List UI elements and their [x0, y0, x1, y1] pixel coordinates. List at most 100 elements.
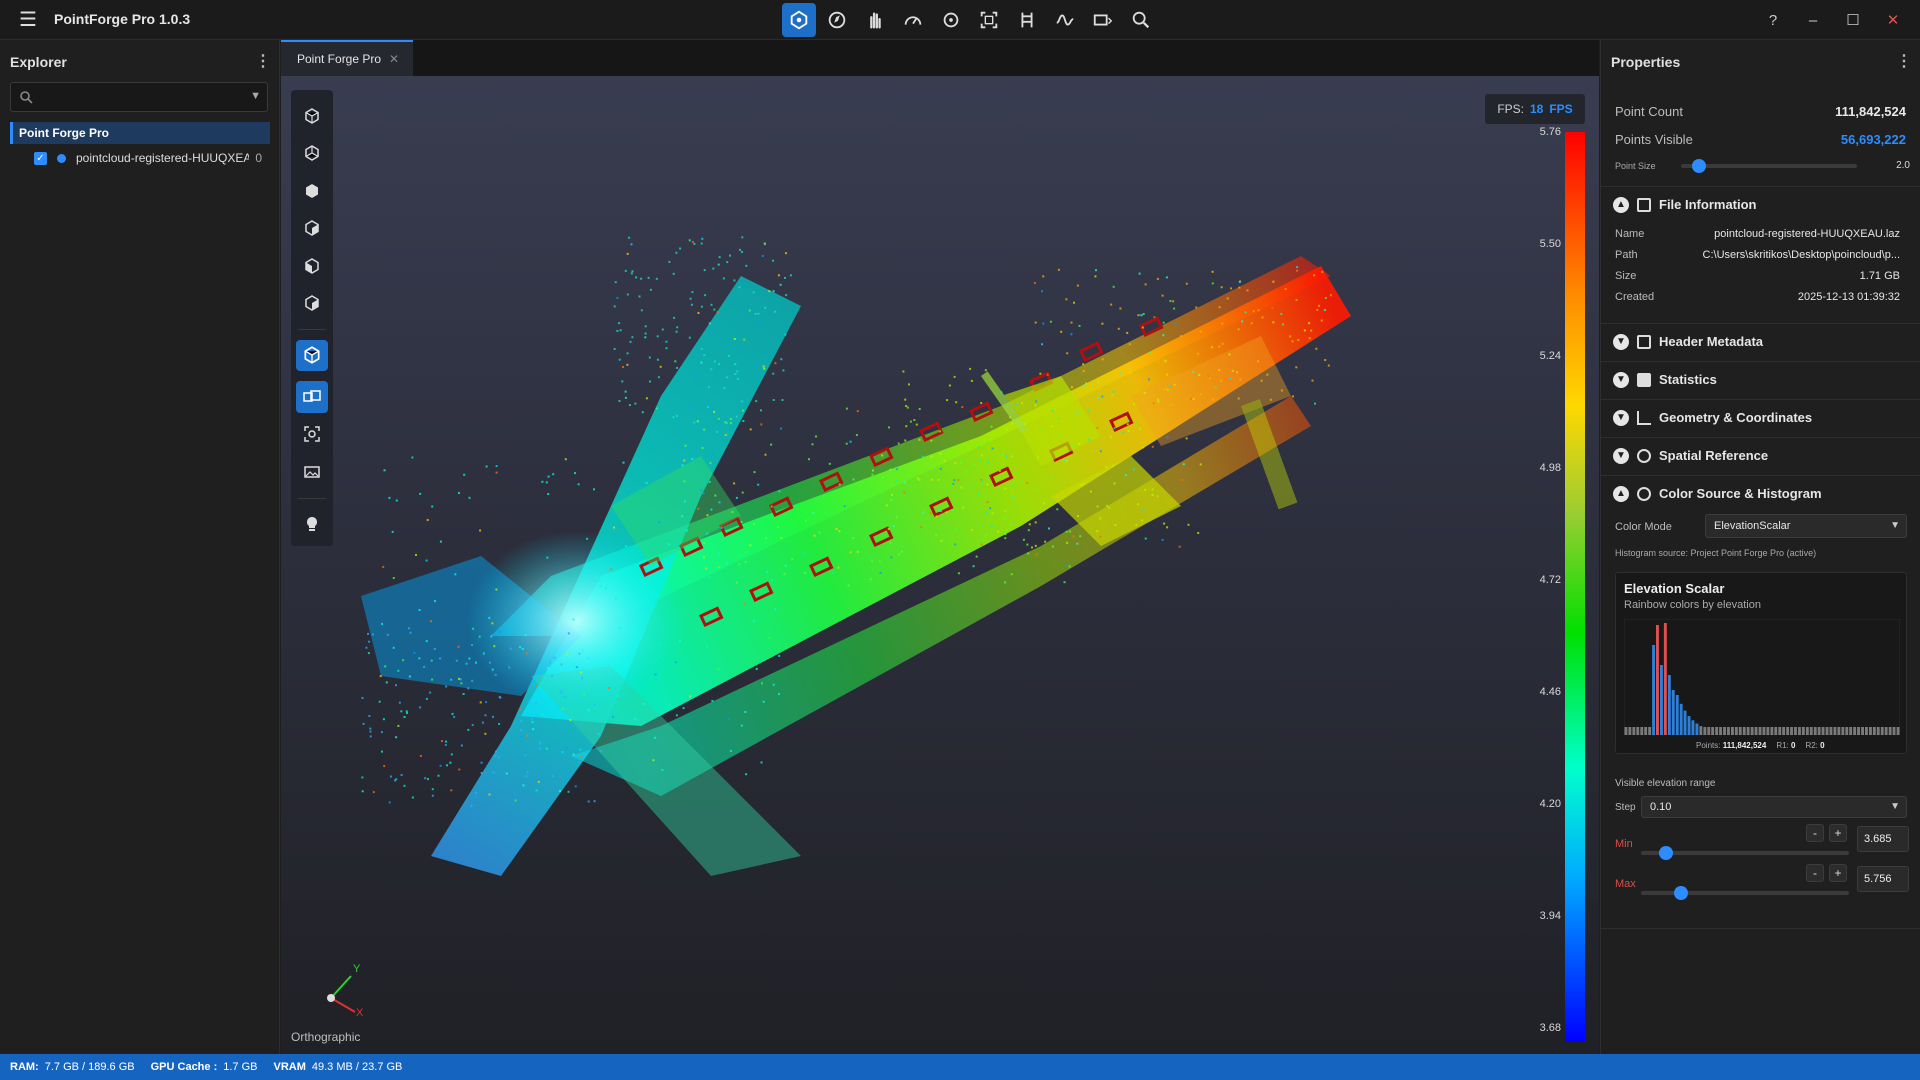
kebab-menu-icon[interactable]: ⋮ — [1896, 53, 1912, 71]
cube-iso-icon — [304, 346, 320, 365]
measure-button[interactable] — [1010, 3, 1044, 37]
view-left-button[interactable] — [296, 250, 328, 281]
hamburger-menu-icon[interactable]: ☰ — [16, 9, 40, 31]
explorer-search-input[interactable]: ▼ — [10, 82, 268, 112]
orthographic-toggle-button[interactable] — [296, 381, 328, 413]
point-sample — [1237, 397, 1240, 400]
max-decrement-button[interactable]: - — [1806, 864, 1824, 882]
slider-knob[interactable] — [1691, 159, 1706, 173]
point-size-slider[interactable] — [1681, 159, 1857, 173]
point-sample — [1218, 306, 1221, 309]
point-sample — [970, 529, 973, 531]
view-top-button[interactable] — [296, 100, 328, 131]
point-sample — [668, 260, 671, 263]
elevation-histogram — [1624, 619, 1900, 735]
tree-item-pointcloud[interactable]: ✓ pointcloud-registered-HUUQXEAU.laz 0 — [34, 148, 270, 168]
point-sample — [1076, 412, 1079, 415]
section-header-metadata[interactable]: ▼ Header Metadata — [1601, 323, 1920, 359]
rendering-button[interactable] — [1086, 3, 1120, 37]
view-back-button[interactable] — [296, 212, 328, 243]
point-sample — [367, 652, 370, 655]
section-color-source-histogram[interactable]: ▲ Color Source & Histogram — [1601, 475, 1920, 511]
point-sample — [1051, 424, 1054, 427]
point-cloud-view-button[interactable] — [782, 3, 816, 37]
view-front-button[interactable] — [296, 175, 328, 206]
point-sample — [616, 330, 619, 332]
filter-dropdown-icon[interactable]: ▼ — [250, 90, 261, 102]
point-sample — [720, 526, 723, 529]
color-mode-select[interactable]: ElevationScalar ▼ — [1705, 514, 1907, 538]
lighting-button[interactable] — [296, 509, 328, 540]
histogram-bar — [1762, 727, 1766, 735]
slider-knob[interactable] — [1673, 886, 1688, 900]
point-sample — [975, 555, 978, 558]
tab-point-forge-pro[interactable]: Point Forge Pro ✕ — [281, 40, 414, 76]
inspect-button[interactable] — [1124, 3, 1158, 37]
histogram-bar — [1813, 727, 1817, 735]
point-sample — [495, 471, 498, 474]
point-sample — [733, 482, 736, 485]
max-value-input[interactable]: 5.756 — [1857, 866, 1909, 892]
point-sample — [1197, 532, 1200, 534]
min-value-input[interactable]: 3.685 — [1857, 826, 1909, 852]
3d-viewport[interactable]: Point Forge Pro ✕ FPS: 18 FPS 5.76 5.50 … — [281, 40, 1599, 1054]
section-statistics[interactable]: ▼ Statistics — [1601, 361, 1920, 397]
colorbar-tick: 3.94 — [1539, 910, 1561, 922]
view-bottom-button[interactable] — [296, 137, 328, 168]
min-elevation-slider[interactable] — [1641, 846, 1849, 860]
point-sample — [989, 507, 992, 510]
point-sample — [986, 483, 989, 486]
point-sample — [1082, 370, 1085, 372]
classify-button[interactable] — [858, 3, 892, 37]
point-sample — [1005, 529, 1008, 531]
max-elevation-slider[interactable] — [1641, 886, 1849, 900]
point-sample — [1112, 464, 1115, 467]
section-file-information[interactable]: ▲ File Information — [1601, 186, 1920, 222]
point-sample — [897, 442, 900, 445]
minimize-button[interactable]: – — [1796, 6, 1830, 34]
tree-root-project[interactable]: Point Forge Pro — [10, 122, 270, 144]
section-spatial-reference[interactable]: ▼ Spatial Reference — [1601, 437, 1920, 473]
min-increment-button[interactable]: + — [1829, 824, 1847, 842]
point-sample — [818, 531, 821, 534]
cube-right-icon — [305, 295, 319, 311]
view-iso-button[interactable] — [296, 339, 328, 372]
screenshot-button[interactable] — [296, 456, 328, 487]
point-sample — [717, 417, 720, 420]
step-select[interactable]: 0.10 ▼ — [1641, 796, 1907, 818]
point-sample — [981, 480, 984, 483]
kebab-menu-icon[interactable]: ⋮ — [255, 53, 271, 71]
fit-view-button[interactable] — [972, 3, 1006, 37]
performance-button[interactable] — [896, 3, 930, 37]
close-button[interactable]: ✕ — [1876, 6, 1910, 34]
section-title: Geometry & Coordinates — [1659, 410, 1813, 425]
navigate-button[interactable] — [820, 3, 854, 37]
point-sample — [697, 507, 700, 510]
zoom-extents-button[interactable] — [296, 419, 328, 450]
point-sample — [379, 675, 382, 678]
min-decrement-button[interactable]: - — [1806, 824, 1824, 842]
view-right-button[interactable] — [296, 287, 328, 318]
section-geometry-coordinates[interactable]: ▼ Geometry & Coordinates — [1601, 399, 1920, 435]
max-increment-button[interactable]: + — [1829, 864, 1847, 882]
target-icon — [943, 12, 959, 28]
histogram-bar — [1778, 727, 1782, 735]
histogram-bar — [1652, 645, 1655, 735]
point-sample — [879, 572, 882, 574]
point-sample — [691, 458, 694, 460]
point-sample — [397, 669, 400, 672]
point-sample — [1078, 443, 1081, 445]
point-sample — [1271, 306, 1274, 309]
point-sample — [768, 290, 771, 293]
visibility-checkbox[interactable]: ✓ — [34, 151, 47, 165]
close-tab-icon[interactable]: ✕ — [389, 52, 399, 66]
chevron-down-icon: ▼ — [1890, 520, 1900, 531]
point-sample — [781, 399, 784, 401]
help-button[interactable]: ? — [1756, 6, 1790, 34]
slider-knob[interactable] — [1658, 846, 1673, 860]
point-sample — [1095, 269, 1097, 272]
profile-button[interactable] — [1048, 3, 1082, 37]
maximize-button[interactable]: ☐ — [1836, 6, 1870, 34]
point-sample — [835, 528, 838, 530]
target-button[interactable] — [934, 3, 968, 37]
